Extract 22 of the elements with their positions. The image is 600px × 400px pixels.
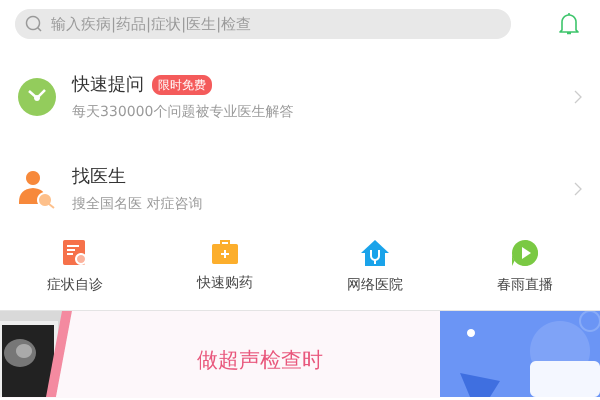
list-item[interactable]: 快速提问 限时免费 每天330000个问题被专业医生解答: [0, 51, 600, 143]
item-title: 找医生: [72, 165, 126, 189]
list-item[interactable]: 找医生 搜全国名医 对症咨询: [0, 143, 600, 235]
promo-tag: 限时免费: [152, 74, 212, 94]
clock-icon: [18, 78, 56, 116]
doctor-search-icon: [18, 169, 56, 209]
shortcut-button[interactable]: 网络医院: [300, 239, 450, 310]
chevron-icon: [574, 90, 582, 104]
search-field[interactable]: 输入疾病|药品|症状|医生|检查: [15, 9, 511, 39]
medicine-box-icon: [211, 239, 239, 265]
banner-headline: 做超声检查时: [197, 347, 323, 374]
item-subtitle: 每天330000个问题被专业医生解答: [72, 103, 294, 122]
search-icon: [25, 15, 43, 33]
house-stethoscope-icon: [360, 239, 390, 267]
shortcut-button[interactable]: 快速购药: [150, 239, 300, 310]
chevron-icon: [574, 182, 582, 196]
shortcut-button[interactable]: 症状自诊: [0, 239, 150, 310]
item-subtitle: 搜全国名医 对症咨询: [72, 195, 202, 214]
shortcut-button[interactable]: 春雨直播: [450, 239, 600, 310]
bell-icon[interactable]: [558, 12, 580, 36]
play-icon: [511, 239, 539, 267]
item-title: 快速提问: [72, 73, 144, 97]
